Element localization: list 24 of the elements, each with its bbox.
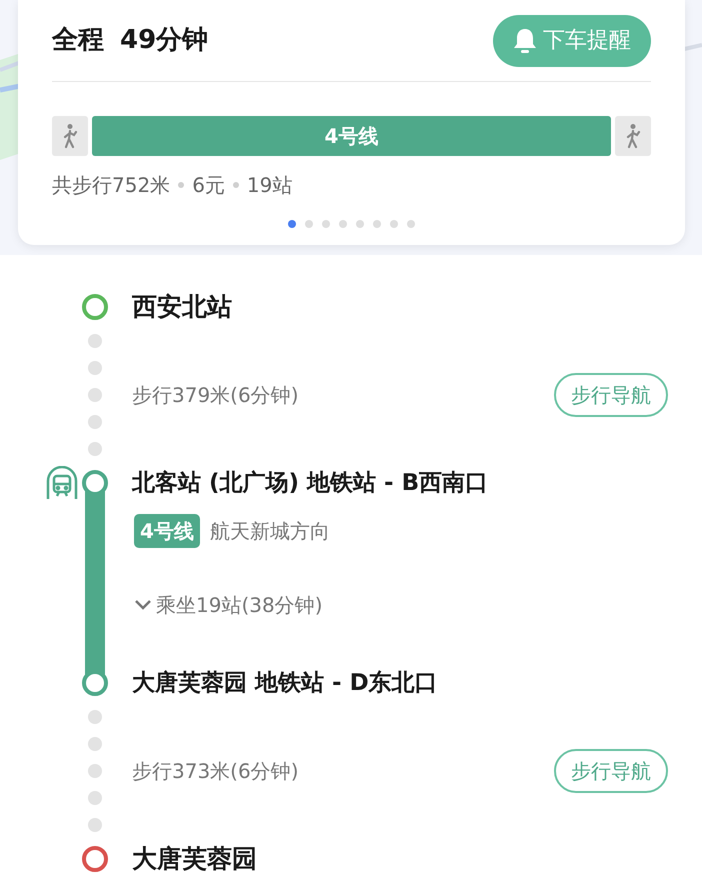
walk-navigation-button[interactable]: 步行导航 xyxy=(554,373,668,417)
walk-navigation-button[interactable]: 步行导航 xyxy=(554,749,668,793)
direction-label: 航天新城方向 xyxy=(210,518,330,545)
route-stat: 19站 xyxy=(246,172,292,199)
bell-icon xyxy=(513,28,537,54)
walk-info: 步行379米(6分钟) xyxy=(132,382,300,409)
chevron-down-icon xyxy=(134,599,152,611)
station-name: 大唐芙蓉园 地铁站 - D东北口 xyxy=(132,668,438,698)
subway-segment: 4号线 xyxy=(92,116,611,156)
route-stat: 共步行752米 xyxy=(52,172,170,199)
station-name: 大唐芙蓉园 xyxy=(132,843,257,876)
alight-reminder-button[interactable]: 下车提醒 xyxy=(493,14,651,66)
walk-info: 步行373米(6分钟) xyxy=(132,758,300,785)
station-name: 西安北站 xyxy=(132,291,232,324)
ride-stops-toggle[interactable]: 乘坐19站(38分钟) xyxy=(134,590,323,620)
line-badge: 4号线 xyxy=(134,514,200,548)
route-stat: 6元 xyxy=(192,172,225,199)
total-duration: 49分钟 xyxy=(120,24,208,57)
total-label: 全程 xyxy=(52,24,104,57)
walking-person-icon xyxy=(61,123,79,149)
train-icon xyxy=(45,466,79,500)
station-name: 北客站 (北广场) 地铁站 - B西南口 xyxy=(132,468,488,498)
page-indicator[interactable] xyxy=(288,220,296,228)
walking-person-icon xyxy=(624,123,642,149)
